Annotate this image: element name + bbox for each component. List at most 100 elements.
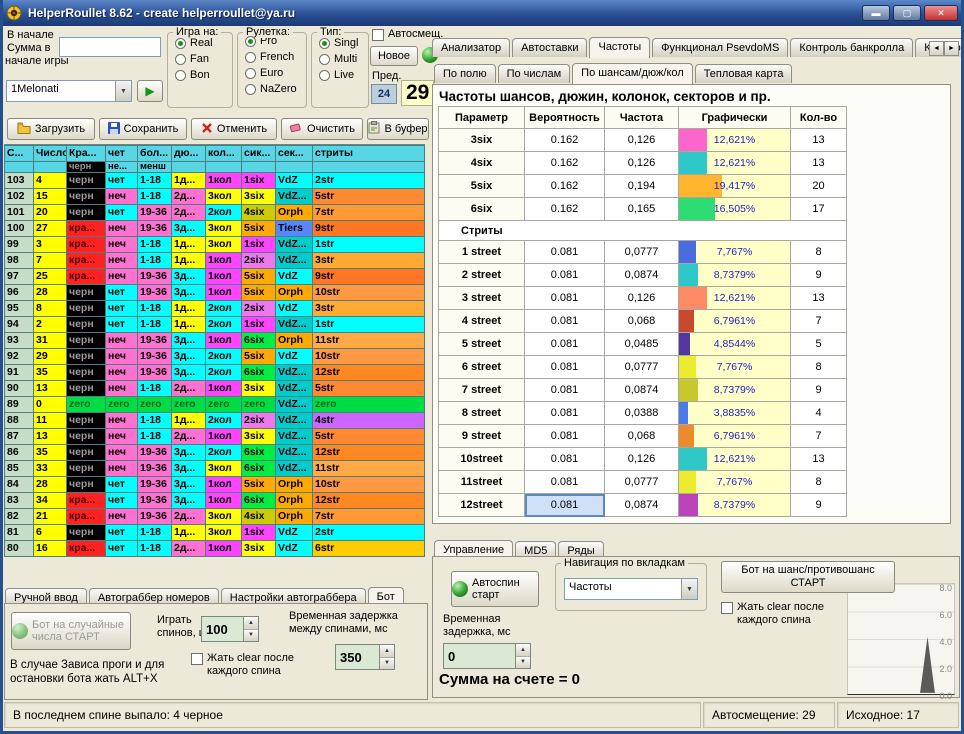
history-cell[interactable]: 91 [5, 365, 34, 381]
freq-probability-cell[interactable]: 0.081 [525, 356, 605, 379]
freq-count-cell[interactable]: 9 [791, 494, 847, 517]
history-cell[interactable]: 5six [242, 285, 276, 301]
history-cell[interactable]: 3кол [206, 461, 242, 477]
freq-probability-cell[interactable]: 0.162 [525, 152, 605, 175]
freq-count-cell[interactable]: 7 [791, 310, 847, 333]
history-cell[interactable]: 93 [5, 333, 34, 349]
history-cell[interactable]: 1-18 [138, 317, 172, 333]
game-radio-fan[interactable]: Fan [175, 53, 232, 65]
history-cell[interactable]: черн [67, 189, 106, 205]
radio-icon[interactable] [319, 38, 330, 49]
freq-count-cell[interactable]: 8 [791, 241, 847, 264]
chevron-down-icon[interactable]: ▼ [681, 579, 697, 599]
history-cell[interactable]: 3д... [172, 445, 206, 461]
roulette-radio-french[interactable]: French [245, 51, 306, 63]
freq-param-cell[interactable]: 12street [439, 494, 525, 517]
history-cell[interactable]: 3six [242, 429, 276, 445]
history-cell[interactable]: 2six [242, 301, 276, 317]
history-cell[interactable]: 21 [34, 509, 67, 525]
history-cell[interactable]: чет [106, 301, 138, 317]
freq-probability-cell[interactable]: 0.162 [525, 129, 605, 152]
history-cell[interactable]: 19-36 [138, 509, 172, 525]
freq-param-cell[interactable]: 2 street [439, 264, 525, 287]
freq-frequency-cell[interactable]: 0,0777 [605, 356, 679, 379]
history-cell[interactable]: 1-18 [138, 301, 172, 317]
history-cell[interactable]: неч [106, 189, 138, 205]
history-cell[interactable]: VdZ... [276, 381, 313, 397]
history-cell[interactable]: черн [67, 429, 106, 445]
history-cell[interactable]: 1кол [206, 541, 242, 557]
history-cell[interactable]: 3д... [172, 333, 206, 349]
history-cell[interactable]: 103 [5, 173, 34, 189]
history-cell[interactable]: VdZ... [276, 365, 313, 381]
history-cell[interactable]: 1д... [172, 253, 206, 269]
history-cell[interactable]: 19-36 [138, 333, 172, 349]
control-delay-stepper[interactable]: ▲▼ [443, 643, 531, 669]
history-cell[interactable]: чет [106, 205, 138, 221]
history-cell[interactable]: 3кол [206, 237, 242, 253]
freq-count-cell[interactable]: 7 [791, 425, 847, 448]
history-cell[interactable]: 89 [5, 397, 34, 413]
freq-frequency-cell[interactable]: 0,068 [605, 425, 679, 448]
history-cell[interactable]: 2кол [206, 349, 242, 365]
history-cell[interactable]: 10str [313, 477, 425, 493]
history-cell[interactable]: 3кол [206, 189, 242, 205]
freq-probability-cell[interactable]: 0.162 [525, 175, 605, 198]
bot-clear-checkbox-box[interactable] [191, 653, 203, 665]
history-cell[interactable]: 29 [34, 349, 67, 365]
freq-count-cell[interactable]: 13 [791, 129, 847, 152]
nav-combobox[interactable]: Частоты ▼ [564, 578, 698, 600]
history-cell[interactable]: неч [106, 381, 138, 397]
freq-probability-cell[interactable]: 0.081 [525, 310, 605, 333]
freq-frequency-cell[interactable]: 0,126 [605, 129, 679, 152]
freq-bar-cell[interactable]: 7,767% [679, 356, 791, 379]
freq-bar-cell[interactable]: 12,621% [679, 448, 791, 471]
history-cell[interactable]: 15 [34, 189, 67, 205]
history-cell[interactable]: VdZ... [276, 237, 313, 253]
history-cell[interactable]: 1д... [172, 317, 206, 333]
minimize-button[interactable]: ▬ [862, 5, 890, 21]
history-cell[interactable]: zero [172, 397, 206, 413]
history-cell[interactable]: 1-18 [138, 173, 172, 189]
type-radio-singl[interactable]: Singl [319, 37, 368, 49]
history-cell[interactable]: 5six [242, 477, 276, 493]
history-cell[interactable]: 102 [5, 189, 34, 205]
history-cell[interactable]: 1str [313, 317, 425, 333]
history-cell[interactable]: 4six [242, 509, 276, 525]
stepper-down-icon[interactable]: ▼ [380, 658, 394, 670]
history-cell[interactable]: 3д... [172, 269, 206, 285]
history-cell[interactable]: 5six [242, 349, 276, 365]
history-cell[interactable]: 35 [34, 445, 67, 461]
freq-probability-cell[interactable]: 0.081 [525, 402, 605, 425]
history-cell[interactable]: 5str [313, 189, 425, 205]
history-cell[interactable]: 2str [313, 173, 425, 189]
bot-delay-stepper-value[interactable] [336, 645, 379, 669]
freq-count-cell[interactable]: 8 [791, 471, 847, 494]
history-cell[interactable]: чет [106, 541, 138, 557]
history-cell[interactable]: 1six [242, 237, 276, 253]
freq-count-cell[interactable]: 13 [791, 152, 847, 175]
history-cell[interactable]: 1кол [206, 253, 242, 269]
freq-count-cell[interactable]: 9 [791, 379, 847, 402]
history-cell[interactable]: 19-36 [138, 269, 172, 285]
history-cell[interactable]: zero [313, 397, 425, 413]
tabs-scroll-left-button[interactable]: ◄ [929, 41, 944, 56]
radio-icon[interactable] [175, 70, 186, 81]
history-cell[interactable]: VdZ [276, 349, 313, 365]
history-cell[interactable]: 13 [34, 381, 67, 397]
history-cell[interactable]: кра... [67, 493, 106, 509]
history-cell[interactable]: VdZ [276, 173, 313, 189]
freq-bar-cell[interactable]: 16,505% [679, 198, 791, 221]
history-cell[interactable]: 28 [34, 477, 67, 493]
spins-stepper[interactable]: ▲▼ [201, 616, 259, 642]
freq-frequency-cell[interactable]: 0,126 [605, 448, 679, 471]
history-cell[interactable]: VdZ... [276, 317, 313, 333]
history-cell[interactable]: 6six [242, 461, 276, 477]
history-cell[interactable]: VdZ... [276, 429, 313, 445]
history-cell[interactable]: 3д... [172, 461, 206, 477]
history-cell[interactable]: 1кол [206, 493, 242, 509]
history-cell[interactable]: 19-36 [138, 285, 172, 301]
radio-icon[interactable] [245, 84, 256, 95]
freq-param-cell[interactable]: 3 street [439, 287, 525, 310]
history-cell[interactable]: 1кол [206, 173, 242, 189]
